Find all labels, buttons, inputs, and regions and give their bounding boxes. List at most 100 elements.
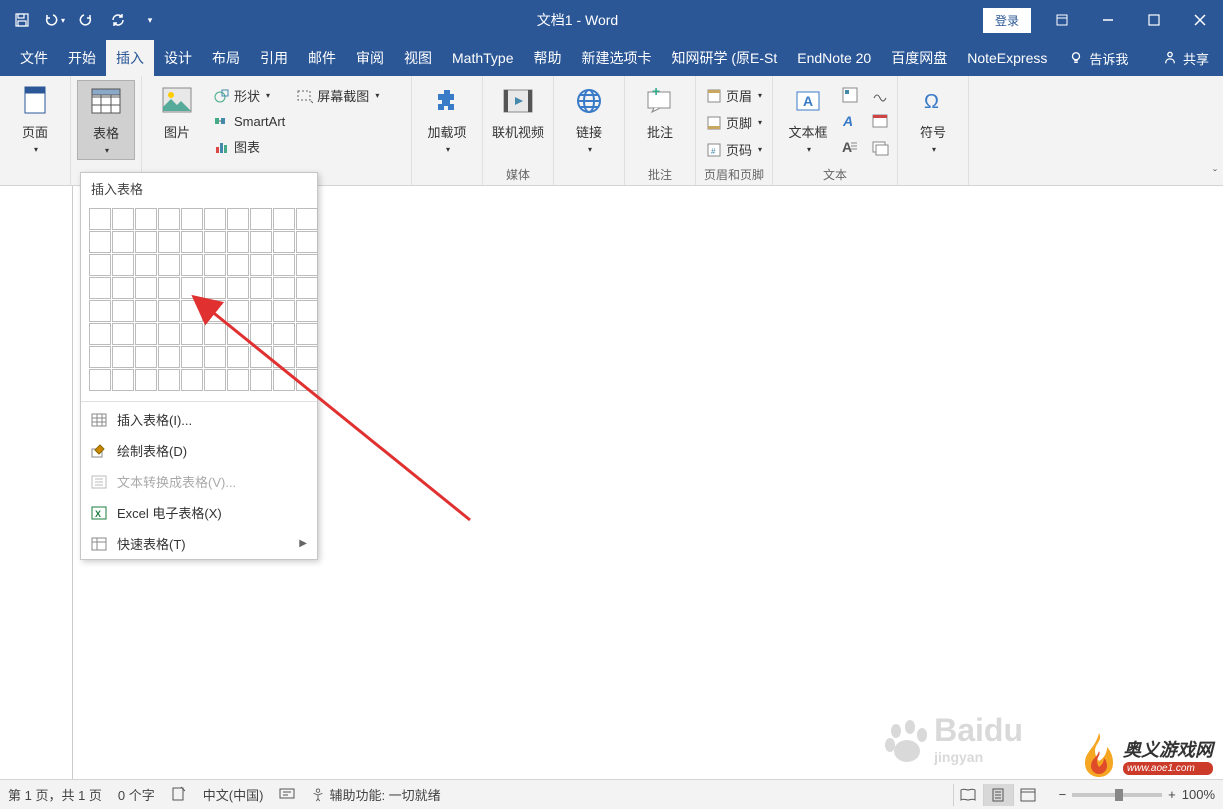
table-grid-cell[interactable] [250, 300, 272, 322]
table-grid-cell[interactable] [204, 346, 226, 368]
table-grid-cell[interactable] [89, 346, 111, 368]
signature-button[interactable] [871, 86, 891, 106]
table-grid-cell[interactable] [135, 254, 157, 276]
draw-table-menu-item[interactable]: 绘制表格(D) [81, 435, 317, 466]
tab-view[interactable]: 视图 [394, 40, 442, 76]
save-button[interactable] [8, 6, 36, 34]
table-grid-cell[interactable] [158, 346, 180, 368]
table-size-grid[interactable] [81, 204, 317, 399]
tab-cnki[interactable]: 知网研学 (原E-St [661, 40, 787, 76]
table-grid-cell[interactable] [296, 277, 318, 299]
table-grid-cell[interactable] [273, 369, 295, 391]
table-grid-cell[interactable] [181, 346, 203, 368]
maximize-button[interactable] [1131, 0, 1177, 40]
addins-button[interactable]: 加载项 ▾ [418, 80, 476, 158]
table-grid-cell[interactable] [158, 208, 180, 230]
table-grid-cell[interactable] [158, 254, 180, 276]
header-button[interactable]: 页眉▾ [702, 84, 766, 107]
textbox-button[interactable]: A 文本框 ▾ [779, 80, 837, 158]
table-grid-cell[interactable] [181, 254, 203, 276]
zoom-out-button[interactable]: − [1059, 787, 1067, 802]
table-grid-cell[interactable] [112, 231, 134, 253]
tell-me-search[interactable]: 告诉我 [1057, 40, 1140, 76]
spellcheck-icon[interactable] [171, 785, 187, 804]
table-grid-cell[interactable] [181, 300, 203, 322]
screenshot-button[interactable]: 屏幕截图▾ [293, 84, 383, 107]
tab-endnote[interactable]: EndNote 20 [787, 40, 881, 76]
table-grid-cell[interactable] [181, 369, 203, 391]
table-grid-cell[interactable] [204, 323, 226, 345]
table-grid-cell[interactable] [158, 369, 180, 391]
table-grid-cell[interactable] [250, 277, 272, 299]
table-grid-cell[interactable] [158, 231, 180, 253]
table-grid-cell[interactable] [273, 231, 295, 253]
table-grid-cell[interactable] [89, 323, 111, 345]
tab-file[interactable]: 文件 [10, 40, 58, 76]
tab-home[interactable]: 开始 [58, 40, 106, 76]
table-grid-cell[interactable] [227, 231, 249, 253]
table-grid-cell[interactable] [135, 323, 157, 345]
tab-noteexpress[interactable]: NoteExpress [957, 40, 1057, 76]
tab-layout[interactable]: 布局 [202, 40, 250, 76]
table-grid-cell[interactable] [273, 208, 295, 230]
online-video-button[interactable]: 联机视频 [489, 80, 547, 145]
table-grid-cell[interactable] [273, 254, 295, 276]
table-grid-cell[interactable] [227, 346, 249, 368]
table-grid-cell[interactable] [112, 346, 134, 368]
quick-tables-menu-item[interactable]: 快速表格(T) ▶ [81, 528, 317, 559]
table-grid-cell[interactable] [250, 323, 272, 345]
sync-button[interactable] [104, 6, 132, 34]
wordart-button[interactable]: A [841, 112, 861, 132]
table-grid-cell[interactable] [227, 254, 249, 276]
zoom-level[interactable]: 100% [1182, 787, 1215, 802]
table-grid-cell[interactable] [250, 231, 272, 253]
table-grid-cell[interactable] [204, 231, 226, 253]
table-grid-cell[interactable] [227, 369, 249, 391]
table-grid-cell[interactable] [250, 254, 272, 276]
zoom-in-button[interactable]: + [1168, 787, 1176, 802]
shapes-button[interactable]: 形状▾ [210, 84, 289, 107]
table-grid-cell[interactable] [89, 254, 111, 276]
table-grid-cell[interactable] [296, 208, 318, 230]
login-button[interactable]: 登录 [983, 8, 1031, 33]
table-grid-cell[interactable] [89, 369, 111, 391]
table-grid-cell[interactable] [227, 323, 249, 345]
tab-design[interactable]: 设计 [154, 40, 202, 76]
tab-mailings[interactable]: 邮件 [298, 40, 346, 76]
table-grid-cell[interactable] [296, 300, 318, 322]
table-grid-cell[interactable] [135, 369, 157, 391]
table-grid-cell[interactable] [204, 277, 226, 299]
table-grid-cell[interactable] [112, 369, 134, 391]
tab-references[interactable]: 引用 [250, 40, 298, 76]
table-grid-cell[interactable] [273, 323, 295, 345]
table-grid-cell[interactable] [181, 208, 203, 230]
table-grid-cell[interactable] [227, 277, 249, 299]
tab-review[interactable]: 审阅 [346, 40, 394, 76]
datetime-button[interactable] [871, 112, 891, 132]
page-number-button[interactable]: #页码▾ [702, 138, 766, 161]
table-grid-cell[interactable] [296, 346, 318, 368]
table-grid-cell[interactable] [112, 300, 134, 322]
accessibility-status[interactable]: 辅助功能: 一切就绪 [311, 785, 440, 804]
web-layout-button[interactable] [1013, 784, 1043, 806]
table-grid-cell[interactable] [89, 208, 111, 230]
table-grid-cell[interactable] [158, 323, 180, 345]
input-mode-icon[interactable] [279, 785, 295, 804]
pictures-button[interactable]: 图片 [148, 80, 206, 145]
object-button[interactable] [871, 138, 891, 158]
table-grid-cell[interactable] [296, 369, 318, 391]
table-grid-cell[interactable] [135, 346, 157, 368]
share-button[interactable]: 共享 [1149, 40, 1223, 76]
table-grid-cell[interactable] [204, 254, 226, 276]
table-grid-cell[interactable] [112, 208, 134, 230]
table-grid-cell[interactable] [158, 277, 180, 299]
tab-insert[interactable]: 插入 [106, 40, 154, 76]
table-grid-cell[interactable] [250, 208, 272, 230]
table-button[interactable]: 表格 ▾ [77, 80, 135, 160]
table-grid-cell[interactable] [296, 323, 318, 345]
insert-table-menu-item[interactable]: 插入表格(I)... [81, 404, 317, 435]
smartart-button[interactable]: SmartArt [210, 111, 289, 131]
collapse-ribbon-button[interactable]: ˇ [1213, 167, 1217, 181]
table-grid-cell[interactable] [112, 254, 134, 276]
word-count[interactable]: 0 个字 [118, 785, 155, 804]
